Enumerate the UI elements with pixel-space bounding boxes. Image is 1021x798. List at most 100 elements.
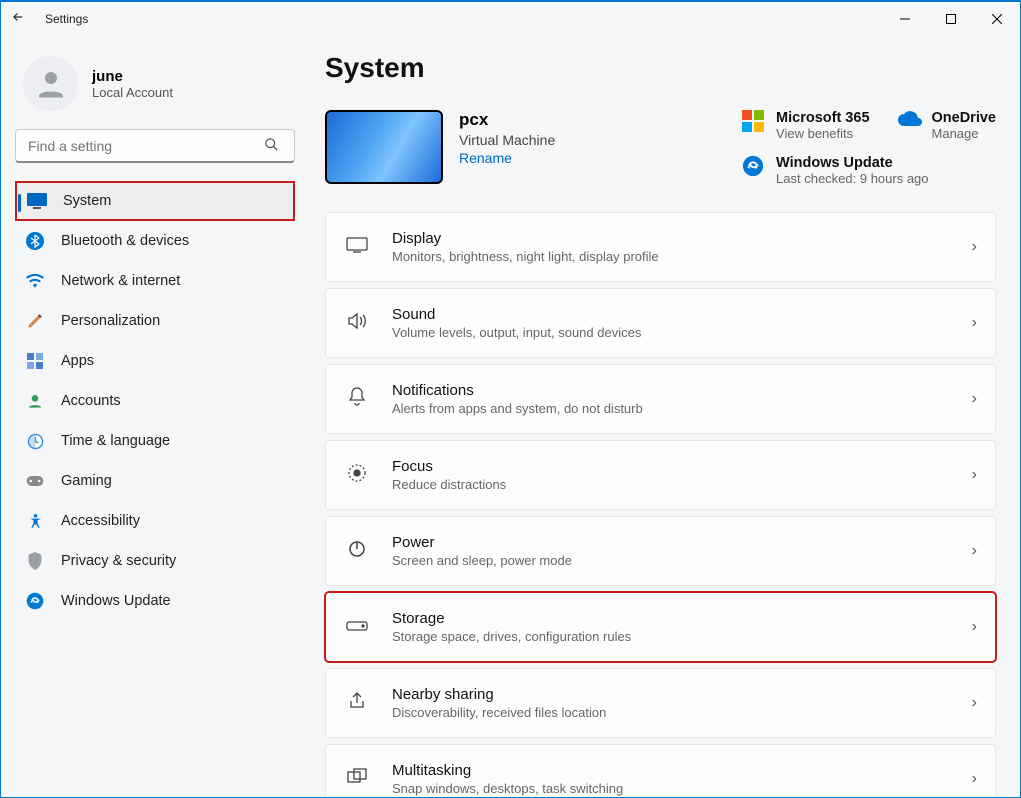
chevron-right-icon: › bbox=[972, 390, 977, 408]
nav-label: System bbox=[63, 193, 111, 209]
paint-icon bbox=[25, 311, 45, 331]
card-onedrive[interactable]: OneDrive Manage bbox=[898, 110, 996, 141]
item-sub: Discoverability, received files location bbox=[392, 705, 948, 720]
item-storage[interactable]: StorageStorage space, drives, configurat… bbox=[325, 592, 996, 662]
item-title: Notifications bbox=[392, 382, 948, 399]
power-icon bbox=[346, 540, 368, 563]
item-sub: Monitors, brightness, night light, displ… bbox=[392, 249, 948, 264]
item-title: Multitasking bbox=[392, 762, 948, 779]
nav-update[interactable]: Windows Update bbox=[15, 581, 295, 621]
item-display[interactable]: Display Monitors, brightness, night light… bbox=[325, 212, 996, 282]
nav-bluetooth[interactable]: Bluetooth & devices bbox=[15, 221, 295, 261]
item-focus[interactable]: FocusReduce distractions › bbox=[325, 440, 996, 510]
chevron-right-icon: › bbox=[972, 466, 977, 484]
onedrive-icon bbox=[898, 110, 920, 132]
close-button[interactable] bbox=[974, 2, 1020, 36]
clock-icon bbox=[25, 431, 45, 451]
nav-label: Accounts bbox=[61, 393, 121, 409]
apps-icon bbox=[25, 351, 45, 371]
ms365-icon bbox=[742, 110, 764, 132]
item-sub: Alerts from apps and system, do not dist… bbox=[392, 401, 948, 416]
card-title: Microsoft 365 bbox=[776, 110, 869, 126]
system-icon bbox=[27, 191, 47, 211]
back-button[interactable] bbox=[1, 10, 35, 29]
accessibility-icon bbox=[25, 511, 45, 531]
storage-icon bbox=[346, 618, 368, 636]
item-multitasking[interactable]: MultitaskingSnap windows, desktops, task… bbox=[325, 744, 996, 797]
item-title: Nearby sharing bbox=[392, 686, 948, 703]
update-icon bbox=[742, 155, 764, 177]
update-icon bbox=[25, 591, 45, 611]
display-icon bbox=[346, 237, 368, 258]
chevron-right-icon: › bbox=[972, 770, 977, 788]
shield-icon bbox=[25, 551, 45, 571]
item-title: Power bbox=[392, 534, 948, 551]
item-notifications[interactable]: Notifications Alerts from apps and system… bbox=[325, 364, 996, 434]
bluetooth-icon bbox=[25, 231, 45, 251]
item-nearby[interactable]: Nearby sharing Discoverability, received … bbox=[325, 668, 996, 738]
nav-label: Gaming bbox=[61, 473, 112, 489]
wifi-icon bbox=[25, 271, 45, 291]
pc-wallpaper-thumb[interactable] bbox=[325, 110, 443, 184]
maximize-button[interactable] bbox=[928, 2, 974, 36]
item-sound[interactable]: Sound Volume levels, output, input, sound… bbox=[325, 288, 996, 358]
item-sub: Storage space, drives, configuration rul… bbox=[392, 629, 948, 644]
multitask-icon bbox=[346, 768, 368, 791]
nav-label: Accessibility bbox=[61, 513, 140, 529]
pc-name: pcx bbox=[459, 110, 555, 130]
chevron-right-icon: › bbox=[972, 694, 977, 712]
nav: System Bluetooth & devices Network & int… bbox=[15, 181, 295, 621]
chevron-right-icon: › bbox=[972, 542, 977, 560]
profile[interactable]: june Local Account bbox=[23, 56, 297, 111]
nav-apps[interactable]: Apps bbox=[15, 341, 295, 381]
sound-icon bbox=[346, 312, 368, 335]
chevron-right-icon: › bbox=[972, 314, 977, 332]
item-title: Sound bbox=[392, 306, 948, 323]
nav-system[interactable]: System bbox=[15, 181, 295, 221]
pc-type: Virtual Machine bbox=[459, 132, 555, 148]
search-icon bbox=[264, 137, 279, 157]
titlebar: Settings bbox=[1, 2, 1020, 36]
card-sub: View benefits bbox=[776, 126, 869, 141]
settings-list: Display Monitors, brightness, night light… bbox=[325, 212, 996, 797]
gamepad-icon bbox=[25, 471, 45, 491]
nav-label: Apps bbox=[61, 353, 94, 369]
nav-time[interactable]: Time & language bbox=[15, 421, 295, 461]
rename-link[interactable]: Rename bbox=[459, 150, 555, 166]
item-power[interactable]: Power Screen and sleep, power mode › bbox=[325, 516, 996, 586]
item-title: Display bbox=[392, 230, 948, 247]
pc-info: pcx Virtual Machine Rename bbox=[325, 110, 555, 184]
card-windows-update[interactable]: Windows Update Last checked: 9 hours ago bbox=[742, 155, 996, 186]
nav-gaming[interactable]: Gaming bbox=[15, 461, 295, 501]
nav-label: Privacy & security bbox=[61, 553, 176, 569]
nav-label: Personalization bbox=[61, 313, 160, 329]
card-title: OneDrive bbox=[932, 110, 996, 126]
nav-label: Time & language bbox=[61, 433, 170, 449]
page-title: System bbox=[325, 52, 996, 84]
minimize-button[interactable] bbox=[882, 2, 928, 36]
user-name: june bbox=[92, 68, 173, 85]
card-ms365[interactable]: Microsoft 365 View benefits bbox=[742, 110, 869, 141]
nav-accounts[interactable]: Accounts bbox=[15, 381, 295, 421]
sidebar: june Local Account System Bluetooth & de… bbox=[1, 36, 311, 797]
search bbox=[15, 129, 297, 163]
window-title: Settings bbox=[45, 12, 88, 26]
search-input[interactable] bbox=[15, 129, 295, 163]
focus-icon bbox=[346, 463, 368, 488]
chevron-right-icon: › bbox=[972, 238, 977, 256]
person-icon bbox=[25, 391, 45, 411]
card-title: Windows Update bbox=[776, 155, 929, 171]
nav-accessibility[interactable]: Accessibility bbox=[15, 501, 295, 541]
nav-personalization[interactable]: Personalization bbox=[15, 301, 295, 341]
content: System pcx Virtual Machine Rename Micros… bbox=[311, 36, 1020, 797]
item-title: Focus bbox=[392, 458, 948, 475]
item-sub: Volume levels, output, input, sound devi… bbox=[392, 325, 948, 340]
nav-label: Bluetooth & devices bbox=[61, 233, 189, 249]
account-type: Local Account bbox=[92, 85, 173, 100]
nav-network[interactable]: Network & internet bbox=[15, 261, 295, 301]
item-sub: Screen and sleep, power mode bbox=[392, 553, 948, 568]
nav-privacy[interactable]: Privacy & security bbox=[15, 541, 295, 581]
share-icon bbox=[346, 692, 368, 715]
nav-label: Windows Update bbox=[61, 593, 171, 609]
chevron-right-icon: › bbox=[972, 618, 977, 636]
